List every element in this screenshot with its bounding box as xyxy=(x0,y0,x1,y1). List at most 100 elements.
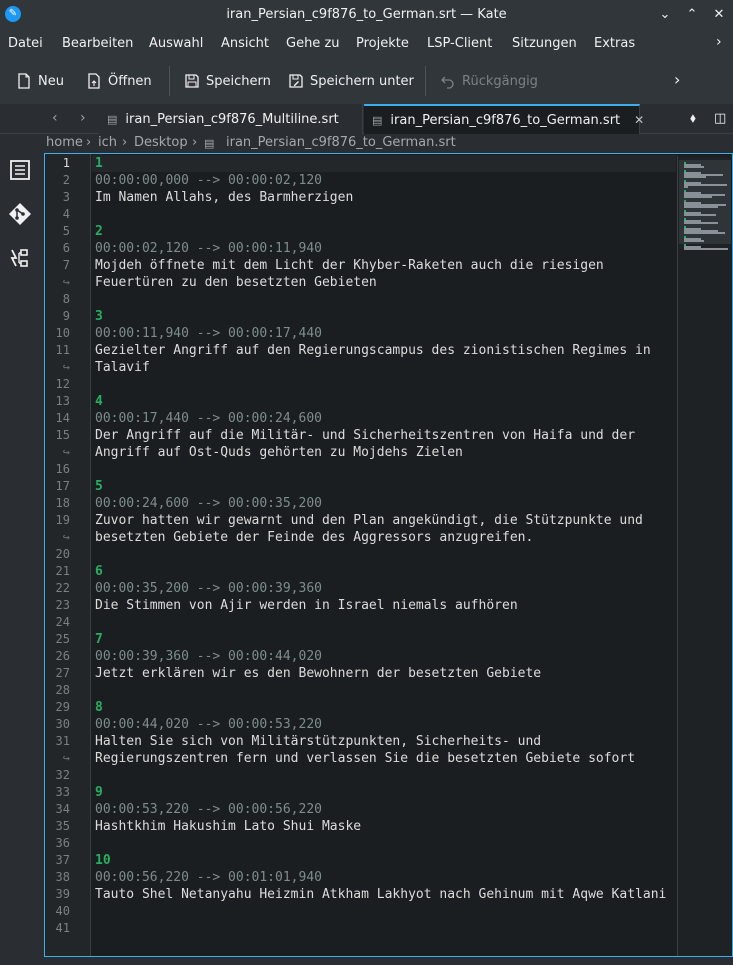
subtitle-text-line: Tauto Shel Netanyahu Heizmin Atkham Lakh… xyxy=(95,887,667,902)
toolbar-overflow-chevron-icon[interactable]: › xyxy=(674,70,680,89)
minimap-line xyxy=(684,214,717,216)
line-number: 30 xyxy=(55,717,70,731)
left-sidebar xyxy=(0,104,40,965)
line-number: 17 xyxy=(55,479,70,493)
open-button[interactable]: Öffnen xyxy=(86,71,152,91)
chevron-down-icon[interactable]: ⌄ xyxy=(655,5,675,25)
menu-extras[interactable]: Extras xyxy=(594,36,635,51)
menu-auswahl[interactable]: Auswahl xyxy=(149,36,203,51)
subtitle-text-line: Angriff auf Ost-Quds gehörten zu Mojdehs… xyxy=(95,445,463,460)
close-tab-icon[interactable]: ✕ xyxy=(634,113,644,127)
save-as-button-label: Speichern unter xyxy=(310,73,414,89)
subtitle-index: 5 xyxy=(95,479,103,494)
breadcrumb-ich[interactable]: ich xyxy=(98,135,117,150)
title-bar: ✎ iran_Persian_c9f876_to_German.srt — Ka… xyxy=(0,0,733,30)
line-number: 3 xyxy=(62,190,70,204)
line-number: 19 xyxy=(55,513,70,527)
line-number: 28 xyxy=(55,683,70,697)
tab-bar: ‹ › ▤ iran_Persian_c9f876_Multiline.srt … xyxy=(0,104,733,134)
breadcrumb-desktop[interactable]: Desktop xyxy=(134,135,188,150)
save-button-label: Speichern xyxy=(206,73,271,89)
subtitle-index: 10 xyxy=(95,853,111,868)
open-document-icon xyxy=(86,73,102,89)
line-number: 23 xyxy=(55,598,70,612)
line-number: 13 xyxy=(55,394,70,408)
menu-bearbeiten[interactable]: Bearbeiten xyxy=(62,36,133,51)
close-icon[interactable]: ✕ xyxy=(709,5,729,25)
line-number: 1 xyxy=(62,156,70,170)
subtitle-timestamp: 00:00:53,220 --> 00:00:56,220 xyxy=(95,802,322,817)
menu-datei[interactable]: Datei xyxy=(8,36,43,51)
current-line-highlight xyxy=(92,155,676,172)
subtitle-index: 8 xyxy=(95,700,103,715)
line-number: 2 xyxy=(62,173,70,187)
document-outline-icon[interactable] xyxy=(8,158,32,182)
new-document-icon xyxy=(16,73,32,89)
menu-ansicht[interactable]: Ansicht xyxy=(221,36,269,51)
line-number: 8 xyxy=(62,292,70,306)
new-button[interactable]: Neu xyxy=(16,71,64,91)
breadcrumb-home[interactable]: home xyxy=(46,135,83,150)
line-number: 27 xyxy=(55,666,70,680)
tab-to-german-srt[interactable]: ▤ iran_Persian_c9f876_to_German.srt ✕ xyxy=(364,104,644,134)
line-number: 29 xyxy=(55,700,70,714)
tab-label: iran_Persian_c9f876_Multiline.srt xyxy=(125,111,339,127)
quick-open-icon[interactable]: ⬧ xyxy=(690,111,696,126)
line-number: 11 xyxy=(55,343,70,357)
subtitle-index: 9 xyxy=(95,785,103,800)
tab-multiline-srt[interactable]: ▤ iran_Persian_c9f876_Multiline.srt xyxy=(99,104,363,134)
lsp-symbols-icon[interactable] xyxy=(8,246,32,270)
main-toolbar: Neu Öffnen Speichern Speichern unter Rüc… xyxy=(0,58,733,104)
breadcrumb-file[interactable]: iran_Persian_c9f876_to_German.srt xyxy=(226,135,456,150)
line-number: 25 xyxy=(55,632,70,646)
menu-overflow-chevron-icon[interactable]: › xyxy=(716,34,722,50)
tab-scroll-right-icon[interactable]: › xyxy=(80,110,86,126)
split-view-icon[interactable]: ◫ xyxy=(714,111,726,126)
maximize-icon[interactable]: ⌃ xyxy=(682,5,702,25)
line-number: 20 xyxy=(55,547,70,561)
subtitle-index: 3 xyxy=(95,309,103,324)
menu-gehe-zu[interactable]: Gehe zu xyxy=(286,36,340,51)
subtitle-text-line: Jetzt erklären wir es den Bewohnern der … xyxy=(95,666,542,681)
line-number: 38 xyxy=(55,870,70,884)
line-number: 4 xyxy=(62,207,70,221)
tab-scroll-left-icon[interactable]: ‹ xyxy=(52,110,58,126)
line-number: 36 xyxy=(55,836,70,850)
toolbar-separator xyxy=(169,66,170,96)
subtitle-timestamp: 00:00:44,020 --> 00:00:53,220 xyxy=(95,717,322,732)
line-number: 14 xyxy=(55,411,70,425)
menu-bar: Datei Bearbeiten Auswahl Ansicht Gehe zu… xyxy=(0,30,733,58)
subtitle-index: 1 xyxy=(95,156,103,171)
minimap-line xyxy=(684,222,719,224)
line-number: 22 xyxy=(55,581,70,595)
minimap-line xyxy=(684,176,706,178)
open-button-label: Öffnen xyxy=(108,73,152,89)
file-icon: ▤ xyxy=(107,112,118,126)
subtitle-text-line: Regierungszentren fern und verlassen Sie… xyxy=(95,751,636,766)
line-number: 24 xyxy=(55,615,70,629)
menu-sitzungen[interactable]: Sitzungen xyxy=(512,36,577,51)
subtitle-text-line: Im Namen Allahs, des Barmherzigen xyxy=(95,190,354,205)
save-button[interactable]: Speichern xyxy=(184,71,271,91)
text-editor[interactable]: 1 2 3 4 5 6 7 ↪ 8 9 10 11 ↪ 12 13 14 15 ↪ 16 17 18 19 ↪ 20 21 22 2… xyxy=(44,153,733,957)
subtitle-text-line: Hashtkhim Hakushim Lato Shui Maske xyxy=(95,819,362,834)
line-number: 16 xyxy=(55,462,70,476)
minimap[interactable] xyxy=(677,156,731,956)
subtitle-text-line: besetzten Gebiete der Feinde des Aggress… xyxy=(95,530,534,545)
subtitle-timestamp: 00:00:17,440 --> 00:00:24,600 xyxy=(95,411,322,426)
window-title: iran_Persian_c9f876_to_German.srt — Kate xyxy=(226,7,507,22)
menu-projekte[interactable]: Projekte xyxy=(356,36,409,51)
subtitle-text-line: Die Stimmen von Ajir werden in Israel ni… xyxy=(95,598,518,613)
subtitle-text-line: Mojdeh öffnete mit dem Licht der Khyber-… xyxy=(95,258,604,273)
line-number: 12 xyxy=(55,377,70,391)
minimap-line xyxy=(684,184,727,186)
save-as-icon xyxy=(288,73,304,89)
breadcrumb: home › ich › Desktop › ▤ iran_Persian_c9… xyxy=(0,134,733,153)
menu-lsp-client[interactable]: LSP-Client xyxy=(427,36,492,51)
git-icon[interactable] xyxy=(8,202,32,226)
line-number: 18 xyxy=(55,496,70,510)
save-as-button[interactable]: Speichern unter xyxy=(288,71,414,91)
undo-button[interactable]: Rückgängig xyxy=(440,71,538,91)
status-bar xyxy=(0,957,733,965)
subtitle-text-line: Gezielter Angriff auf den Regierungscamp… xyxy=(95,343,651,358)
